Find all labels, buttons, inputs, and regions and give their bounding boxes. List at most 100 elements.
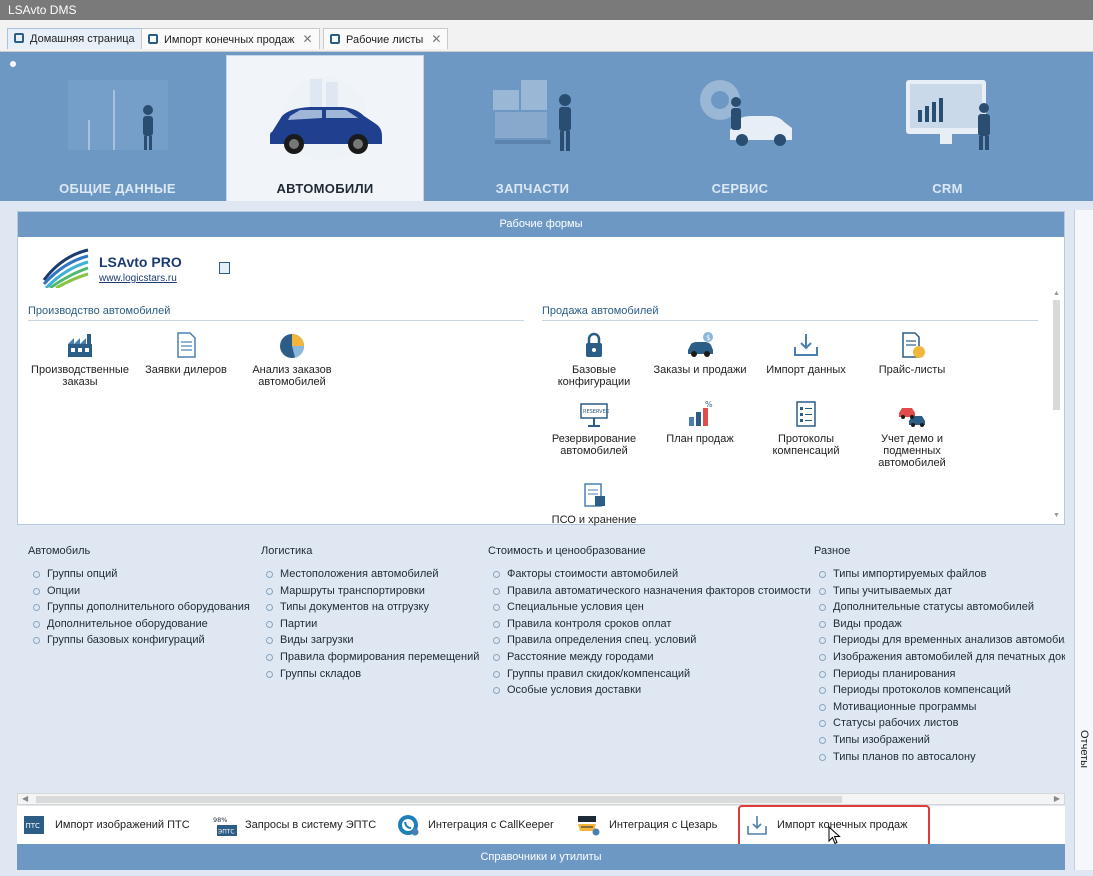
svg-text:RESERVED: RESERVED	[583, 409, 609, 415]
list-link[interactable]: Периоды протоколов компенсаций	[814, 682, 1065, 699]
form-label: Импорт данных	[766, 364, 846, 376]
category-cars[interactable]: АВТОМОБИЛИ	[226, 55, 424, 201]
link-text: Группы дополнительного оборудования	[47, 601, 250, 614]
list-link[interactable]: Особые условия доставки	[488, 682, 811, 699]
form-sales-plan[interactable]: % План продаж	[646, 399, 754, 445]
category-service[interactable]: СЕРВИС	[640, 52, 840, 201]
list-link[interactable]: Правила автоматического назначения факто…	[488, 583, 811, 600]
scroll-thumb[interactable]	[36, 796, 842, 803]
list-link[interactable]: Группы опций	[28, 566, 250, 583]
util-import-pts-images[interactable]: ПТС Импорт изображений ПТС	[23, 812, 190, 838]
link-text: Дополнительные статусы автомобилей	[833, 601, 1034, 614]
tab-import-final-sales[interactable]: Импорт конечных продаж ✕	[141, 28, 320, 49]
bullet-icon	[493, 604, 500, 612]
form-label: План продаж	[666, 433, 734, 445]
website-link[interactable]: www.logicstars.ru	[99, 273, 177, 284]
scroll-right-icon[interactable]: ▶	[1054, 794, 1060, 804]
list-link[interactable]: Типы планов по автосалону	[814, 749, 1065, 766]
list-link[interactable]: Типы изображений	[814, 732, 1065, 749]
column-title: Автомобиль	[28, 545, 91, 557]
bullet-icon	[493, 587, 500, 595]
list-link[interactable]: Группы дополнительного оборудования	[28, 599, 250, 616]
util-callkeeper-integration[interactable]: Интеграция с CallKeeper	[396, 812, 554, 838]
util-epts-requests[interactable]: 98% ЭПТС Запросы в систему ЭПТС	[213, 812, 376, 838]
list-link[interactable]: Правила контроля сроков оплат	[488, 616, 811, 633]
bullet-icon	[493, 687, 500, 695]
scroll-thumb[interactable]	[1053, 300, 1060, 410]
list-link[interactable]: Изображения автомобилей для печатных док…	[814, 649, 1065, 666]
list-link[interactable]: Группы правил скидок/компенсаций	[488, 666, 811, 683]
category-general-data[interactable]: ОБЩИЕ ДАННЫЕ	[10, 52, 225, 201]
list-link[interactable]: Партии	[261, 616, 479, 633]
form-car-reservation[interactable]: RESERVED Резервирование автомобилей	[540, 399, 648, 457]
form-label: Производственные заказы	[31, 364, 129, 388]
list-link[interactable]: Периоды планирования	[814, 666, 1065, 683]
link-text: Статусы рабочих листов	[833, 717, 959, 730]
form-label: Учет демо и подменных автомобилей	[878, 433, 946, 469]
util-cezar-integration[interactable]: Интеграция с Цезарь	[577, 812, 717, 838]
factory-icon	[68, 334, 92, 357]
list-link[interactable]: Расстояние между городами	[488, 649, 811, 666]
form-dealer-requests[interactable]: Заявки дилеров	[132, 330, 240, 376]
bullet-icon	[266, 670, 273, 678]
horizontal-scrollbar[interactable]: ◀ ▶	[17, 793, 1065, 805]
list-link[interactable]: Маршруты транспортировки	[261, 583, 479, 600]
scroll-down-icon[interactable]: ▼	[1053, 512, 1060, 520]
form-production-orders[interactable]: Производственные заказы	[26, 330, 134, 388]
list-link[interactable]: Дополнительное оборудование	[28, 616, 250, 633]
list-link[interactable]: Опции	[28, 583, 250, 600]
list-link[interactable]: Правила определения спец. условий	[488, 632, 811, 649]
link-text: Партии	[280, 617, 318, 630]
book-icon[interactable]	[219, 262, 230, 274]
lsavto-logo-icon	[42, 248, 89, 288]
list-link[interactable]: Типы импортируемых файлов	[814, 566, 1065, 583]
reports-side-panel[interactable]: Отчеты	[1074, 210, 1093, 870]
list-link[interactable]: Мотивационные программы	[814, 699, 1065, 716]
bullet-icon	[493, 637, 500, 645]
list-link[interactable]: Местоположения автомобилей	[261, 566, 479, 583]
close-icon[interactable]: ✕	[431, 29, 441, 49]
form-price-lists[interactable]: Прайс-листы	[858, 330, 966, 376]
tab-worksheets[interactable]: Рабочие листы ✕	[323, 28, 449, 49]
list-column-logistics: Логистика Местоположения автомобилей Мар…	[261, 545, 479, 682]
bullet-icon	[266, 604, 273, 612]
list-link[interactable]: Типы документов на отгрузку	[261, 599, 479, 616]
warehouse-worker-icon	[492, 80, 571, 151]
svg-text:$: $	[706, 334, 710, 342]
service-car-icon	[700, 80, 792, 146]
list-link[interactable]: Виды загрузки	[261, 632, 479, 649]
form-label: ПСО и хранение	[551, 514, 637, 526]
link-text: Типы документов на отгрузку	[280, 601, 429, 614]
list-link[interactable]: Специальные условия цен	[488, 599, 811, 616]
category-parts[interactable]: ЗАПЧАСТИ	[425, 52, 640, 201]
list-link[interactable]: Группы базовых конфигураций	[28, 632, 250, 649]
list-link[interactable]: Группы складов	[261, 666, 479, 683]
scroll-up-icon[interactable]: ▲	[1053, 290, 1060, 298]
form-base-configurations[interactable]: Базовые конфигурации	[540, 330, 648, 388]
bullet-icon	[33, 637, 40, 645]
tab-home[interactable]: Домашняя страница	[7, 28, 142, 49]
list-link[interactable]: Правила формирования перемещений	[261, 649, 479, 666]
category-band: ОБЩИЕ ДАННЫЕ АВТОМОБИЛИ ЗАПЧАСТИ СЕРВИС …	[0, 52, 1093, 201]
bullet-icon	[819, 587, 826, 595]
list-link[interactable]: Типы учитываемых дат	[814, 583, 1065, 600]
close-icon[interactable]: ✕	[303, 29, 313, 49]
form-orders-and-sales[interactable]: $ Заказы и продажи	[646, 330, 754, 376]
forms-vertical-scrollbar[interactable]: ▲ ▼	[1052, 290, 1061, 520]
link-text: Опции	[47, 584, 81, 597]
download-icon	[794, 334, 818, 356]
category-crm[interactable]: CRM	[840, 52, 1055, 201]
form-order-analysis[interactable]: Анализ заказов автомобилей	[238, 330, 346, 388]
mouse-cursor-icon	[828, 826, 841, 845]
list-link[interactable]: Факторы стоимости автомобилей	[488, 566, 811, 583]
list-link[interactable]: Виды продаж	[814, 616, 1065, 633]
form-data-import[interactable]: Импорт данных	[752, 330, 860, 376]
list-link[interactable]: Дополнительные статусы автомобилей	[814, 599, 1065, 616]
pts-badge-text: ПТС	[26, 822, 41, 830]
list-link[interactable]: Статусы рабочих листов	[814, 715, 1065, 732]
list-link[interactable]: Периоды для временных анализов автомобил…	[814, 632, 1065, 649]
form-demo-cars[interactable]: Учет демо и подменных автомобилей	[858, 399, 966, 469]
form-pso-storage[interactable]: ПСО и хранение	[540, 480, 648, 526]
scroll-left-icon[interactable]: ◀	[22, 794, 28, 804]
form-compensation-protocols[interactable]: Протоколы компенсаций	[752, 399, 860, 457]
